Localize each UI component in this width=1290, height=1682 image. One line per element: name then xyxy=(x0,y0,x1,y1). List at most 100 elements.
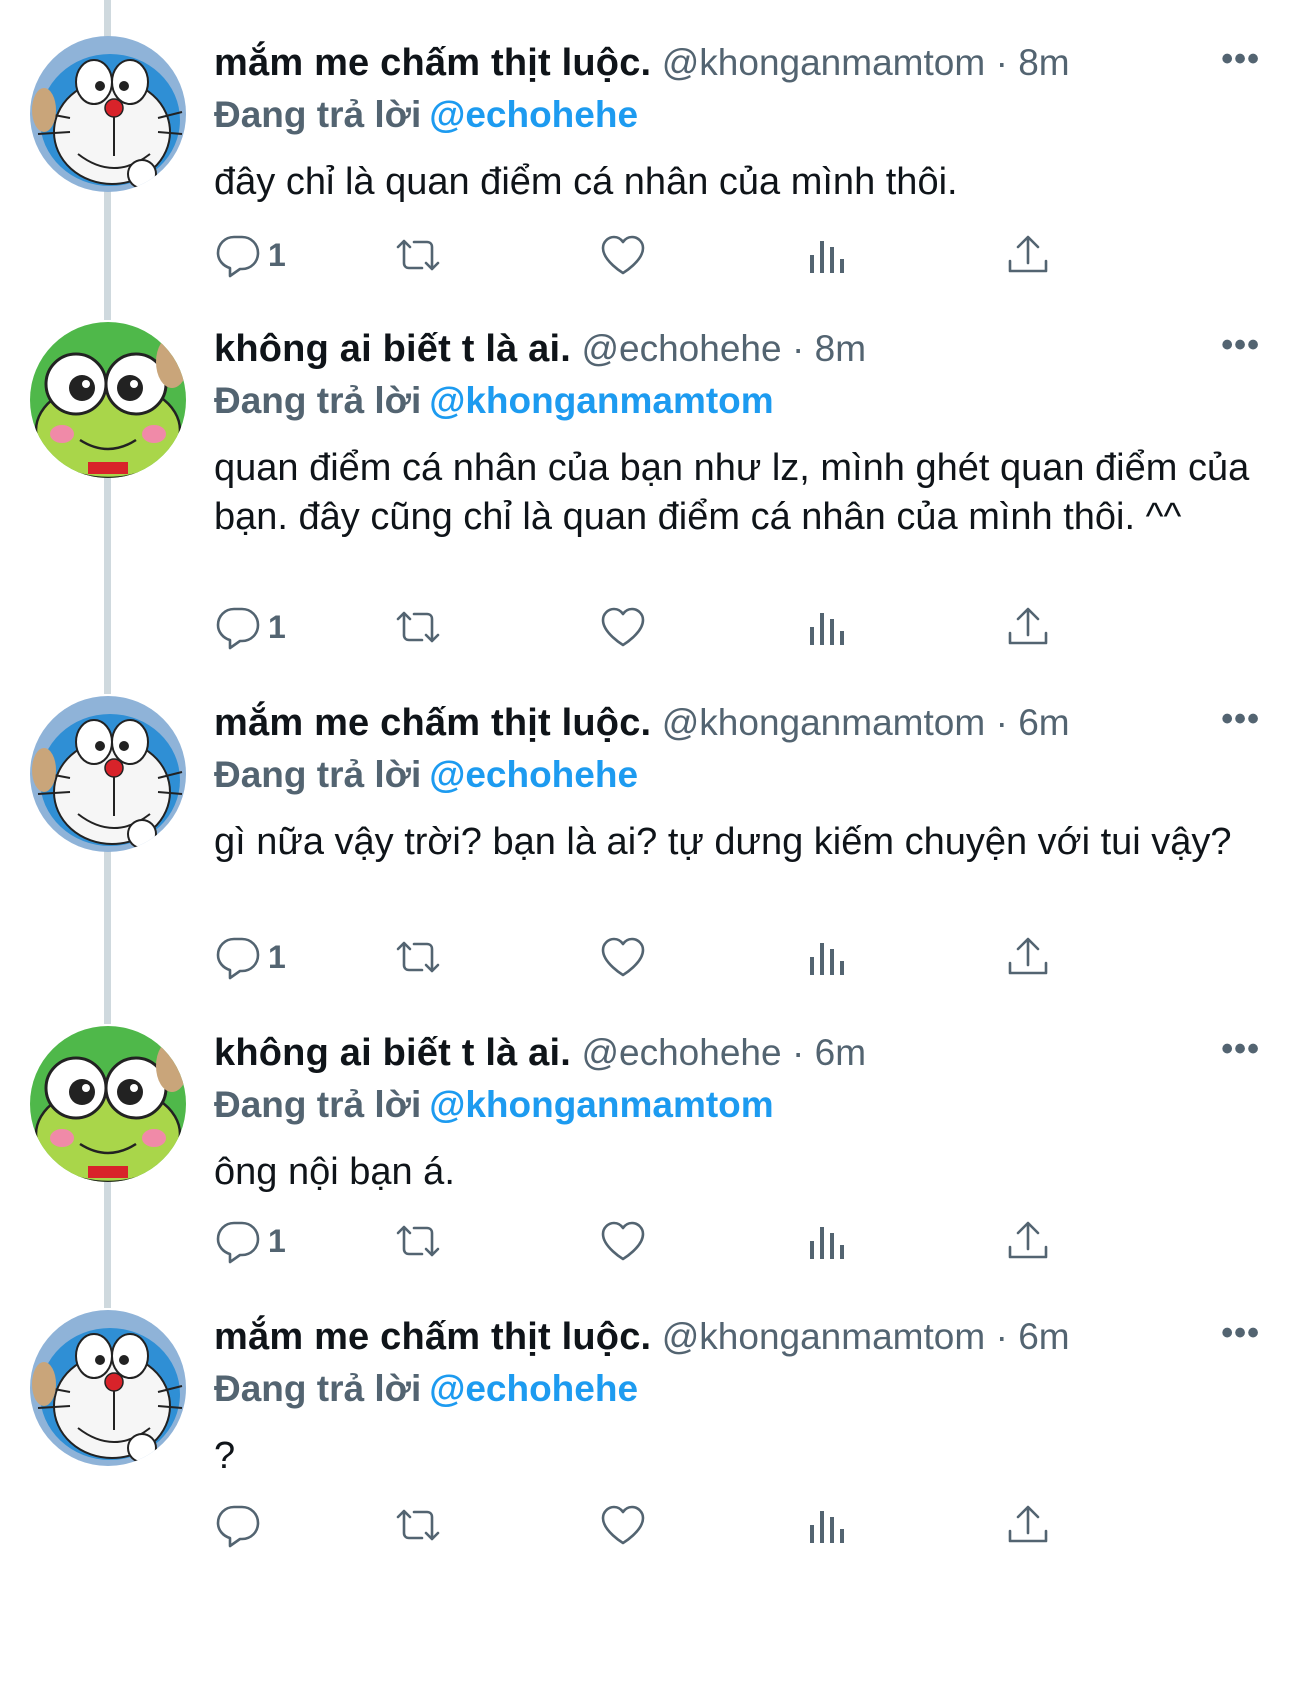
replying-to-label: Đang trả lời xyxy=(214,1084,422,1125)
tweet-header: không ai biết t là ai. @echohehe · 8m ••• xyxy=(214,326,1260,378)
display-name[interactable]: mắm me chấm thịt luộc. xyxy=(214,42,651,84)
reply-icon xyxy=(216,937,260,980)
like-button[interactable] xyxy=(599,600,647,654)
like-button[interactable] xyxy=(599,228,647,282)
timestamp[interactable]: · 6m xyxy=(996,1316,1070,1357)
display-name[interactable]: không ai biết t là ai. xyxy=(214,328,571,370)
share-button[interactable] xyxy=(1004,600,1052,654)
reply-button[interactable] xyxy=(214,1498,262,1552)
reply-icon xyxy=(216,607,260,650)
replying-to-label: Đang trả lời xyxy=(214,94,422,135)
doraemon-avatar-icon xyxy=(30,696,186,852)
share-button[interactable] xyxy=(1004,1498,1052,1552)
avatar[interactable] xyxy=(30,1026,186,1182)
retweet-icon xyxy=(396,1225,440,1257)
more-options-button[interactable]: ••• xyxy=(1221,1030,1260,1069)
keroppi-avatar-icon xyxy=(30,322,186,478)
tweet-header: mắm me chấm thịt luộc. @khonganmamtom · … xyxy=(214,1314,1260,1366)
tweet-text: ? xyxy=(214,1435,236,1477)
display-name[interactable]: mắm me chấm thịt luộc. xyxy=(214,702,651,744)
doraemon-avatar-icon xyxy=(30,36,186,192)
avatar[interactable] xyxy=(30,696,186,852)
tweet-actions: 1 xyxy=(214,228,1134,282)
share-icon xyxy=(1008,235,1048,273)
reply-button[interactable]: 1 xyxy=(214,1214,286,1268)
share-icon xyxy=(1008,1221,1048,1259)
share-button[interactable] xyxy=(1004,1214,1052,1268)
views-button[interactable] xyxy=(804,1498,852,1552)
replying-to: Đang trả lời @khonganmamtom xyxy=(214,1084,774,1126)
replying-to-mention-link[interactable]: @khonganmamtom xyxy=(429,1084,773,1125)
more-options-button[interactable]: ••• xyxy=(1221,40,1260,79)
analytics-icon xyxy=(810,943,844,975)
like-button[interactable] xyxy=(599,1214,647,1268)
reply-button[interactable]: 1 xyxy=(214,930,286,984)
tweet-text: quan điểm cá nhân của bạn như lz, mình g… xyxy=(214,447,1250,538)
retweet-button[interactable] xyxy=(394,1214,442,1268)
tweet-actions: 1 xyxy=(214,600,1134,654)
tweet-header: không ai biết t là ai. @echohehe · 6m ••• xyxy=(214,1030,1260,1082)
analytics-icon xyxy=(810,241,844,273)
tweet-header: mắm me chấm thịt luộc. @khonganmamtom · … xyxy=(214,40,1260,92)
user-handle[interactable]: @echohehe xyxy=(581,328,781,369)
reply-icon xyxy=(216,1221,260,1264)
replying-to-mention-link[interactable]: @echohehe xyxy=(429,94,638,135)
share-button[interactable] xyxy=(1004,930,1052,984)
more-options-button[interactable]: ••• xyxy=(1221,326,1260,365)
more-options-button[interactable]: ••• xyxy=(1221,1314,1260,1353)
avatar[interactable] xyxy=(30,36,186,192)
keroppi-avatar-icon xyxy=(30,1026,186,1182)
retweet-button[interactable] xyxy=(394,1498,442,1552)
heart-icon xyxy=(601,607,645,647)
reply-icon xyxy=(216,1505,260,1548)
heart-icon xyxy=(601,937,645,977)
retweet-button[interactable] xyxy=(394,600,442,654)
user-handle[interactable]: @khonganmamtom xyxy=(662,702,985,743)
user-handle[interactable]: @echohehe xyxy=(581,1032,781,1073)
tweet-header: mắm me chấm thịt luộc. @khonganmamtom · … xyxy=(214,700,1260,752)
share-icon xyxy=(1008,937,1048,975)
replying-to-label: Đang trả lời xyxy=(214,1368,422,1409)
replying-to-mention-link[interactable]: @echohehe xyxy=(429,1368,638,1409)
views-button[interactable] xyxy=(804,600,852,654)
timestamp[interactable]: · 6m xyxy=(792,1032,866,1073)
retweet-button[interactable] xyxy=(394,930,442,984)
retweet-button[interactable] xyxy=(394,228,442,282)
timestamp[interactable]: · 6m xyxy=(996,702,1070,743)
retweet-icon xyxy=(396,1509,440,1541)
timestamp[interactable]: · 8m xyxy=(792,328,866,369)
heart-icon xyxy=(601,235,645,275)
replying-to: Đang trả lời @echohehe xyxy=(214,1368,638,1410)
replying-to-mention-link[interactable]: @khonganmamtom xyxy=(429,380,773,421)
reply-icon xyxy=(216,235,260,278)
share-icon xyxy=(1008,607,1048,645)
timestamp[interactable]: · 8m xyxy=(996,42,1070,83)
reply-count: 1 xyxy=(268,938,286,975)
reply-count: 1 xyxy=(268,236,286,273)
display-name[interactable]: mắm me chấm thịt luộc. xyxy=(214,1316,651,1358)
analytics-icon xyxy=(810,1511,844,1543)
replying-to-label: Đang trả lời xyxy=(214,380,422,421)
views-button[interactable] xyxy=(804,228,852,282)
replying-to-mention-link[interactable]: @echohehe xyxy=(429,754,638,795)
like-button[interactable] xyxy=(599,1498,647,1552)
avatar[interactable] xyxy=(30,1310,186,1466)
retweet-icon xyxy=(396,941,440,973)
views-button[interactable] xyxy=(804,1214,852,1268)
views-button[interactable] xyxy=(804,930,852,984)
user-handle[interactable]: @khonganmamtom xyxy=(662,1316,985,1357)
like-button[interactable] xyxy=(599,930,647,984)
replying-to: Đang trả lời @echohehe xyxy=(214,754,638,796)
avatar[interactable] xyxy=(30,322,186,478)
user-handle[interactable]: @khonganmamtom xyxy=(662,42,985,83)
reply-button[interactable]: 1 xyxy=(214,600,286,654)
display-name[interactable]: không ai biết t là ai. xyxy=(214,1032,571,1074)
retweet-icon xyxy=(396,239,440,271)
share-button[interactable] xyxy=(1004,228,1052,282)
more-options-button[interactable]: ••• xyxy=(1221,700,1260,739)
doraemon-avatar-icon xyxy=(30,1310,186,1466)
retweet-icon xyxy=(396,611,440,643)
replying-to: Đang trả lời @echohehe xyxy=(214,94,638,136)
analytics-icon xyxy=(810,613,844,645)
reply-button[interactable]: 1 xyxy=(214,228,286,282)
